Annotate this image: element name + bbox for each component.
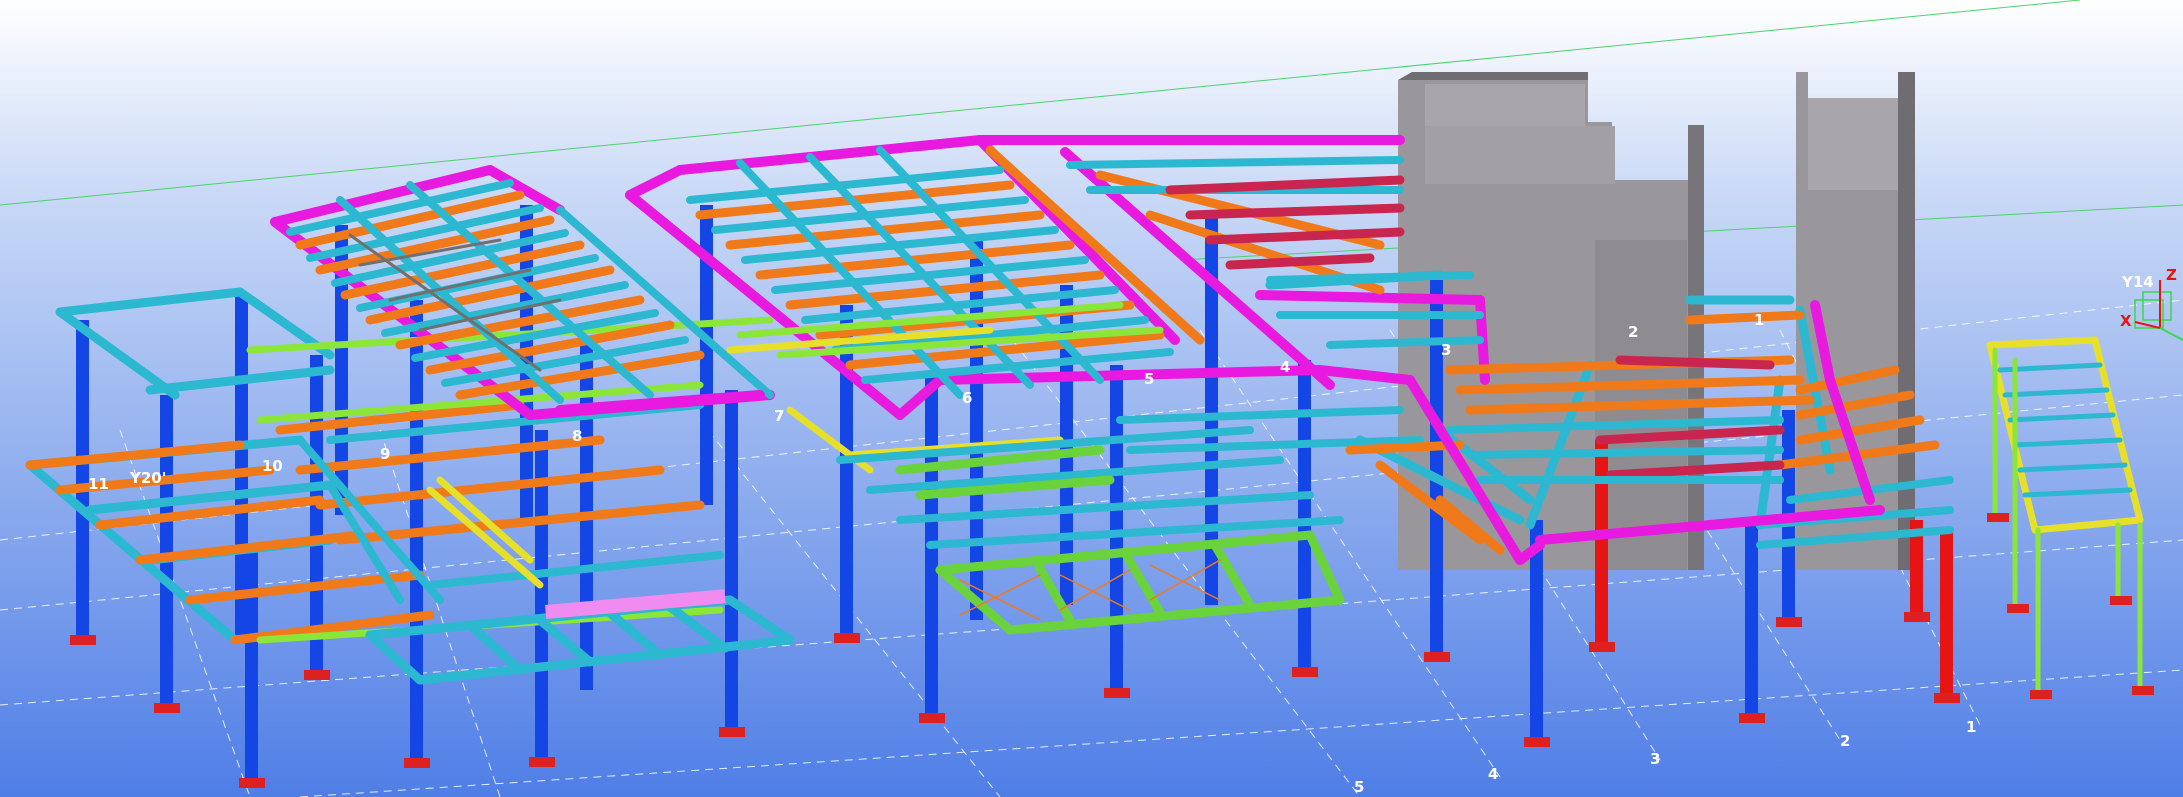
grid-label-1: 1 [1754, 311, 1764, 329]
grid-label-y14: Y14 [2121, 273, 2154, 291]
axis-label-4: 4 [1488, 765, 1498, 783]
model-viewport[interactable]: 11 Y20' 10 9 8 7 6 5 4 3 2 1 5 4 3 2 1 Y… [0, 0, 2183, 797]
axis-label-2: 2 [1840, 732, 1850, 750]
grid-label-3: 3 [1441, 341, 1451, 359]
grid-label-10: 10 [262, 457, 283, 475]
axis-label-3: 3 [1650, 750, 1660, 768]
grid-label-8: 8 [572, 427, 582, 445]
axis-z-label: Z [2166, 266, 2177, 284]
grid-label-y20: Y20' [129, 469, 166, 487]
grid-label-11: 11 [88, 475, 109, 493]
grid-label-9: 9 [380, 445, 390, 463]
structural-model-3d[interactable]: 11 Y20' 10 9 8 7 6 5 4 3 2 1 5 4 3 2 1 Y… [0, 0, 2183, 797]
axis-label-1: 1 [1966, 718, 1976, 736]
grid-label-7: 7 [774, 407, 784, 425]
axis-label-5: 5 [1354, 778, 1364, 796]
grid-label-2: 2 [1628, 323, 1638, 341]
grid-label-6: 6 [962, 389, 972, 407]
grid-label-5: 5 [1144, 370, 1154, 388]
axis-x-label: X [2120, 312, 2132, 330]
grid-label-4: 4 [1280, 358, 1290, 376]
